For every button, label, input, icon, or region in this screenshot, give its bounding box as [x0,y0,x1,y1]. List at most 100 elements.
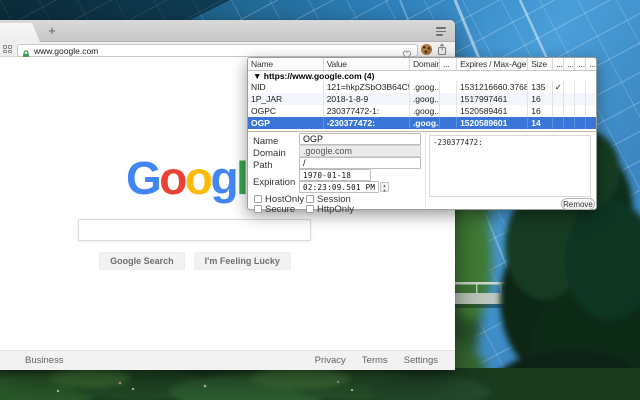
page-footer: Business Privacy Terms Settings [0,350,455,370]
address-bar[interactable]: www.google.com [17,44,418,57]
tab-bar: + [0,20,455,42]
secure-label: Secure [265,204,295,215]
logo-letter: l [236,152,246,204]
column-header[interactable]: Domain [409,58,439,71]
browser-toolbar: www.google.com [0,42,455,57]
cookie-cell[interactable]: 1P_JAR [248,93,323,105]
column-header[interactable]: ... [553,58,564,71]
cookie-cell[interactable]: .goog... [409,105,439,117]
cookie-group-row[interactable]: ▼ https://www.google.com (4) [248,71,596,82]
column-header[interactable]: ... [586,58,596,71]
cookie-cell[interactable]: OGP [248,117,323,129]
cookie-cell[interactable] [575,105,586,117]
path-label: Path [253,160,273,171]
cookie-name-field[interactable] [299,133,421,145]
url-text[interactable]: www.google.com [34,46,98,56]
domain-label: Domain [253,148,286,159]
menu-icon[interactable] [436,27,446,36]
browser-tab[interactable] [0,23,40,42]
footer-links-right: Privacy Terms Settings [315,351,438,370]
column-header[interactable]: Name [248,58,323,71]
feeling-lucky-button[interactable]: I'm Feeling Lucky [194,252,291,270]
cookie-path-field[interactable] [299,157,421,169]
cookie-cell[interactable] [575,81,586,93]
logo-letter: G [126,152,159,204]
logo-letter: g [211,152,237,204]
cookie-cell[interactable]: ✓ [553,81,564,93]
cookie-cell[interactable]: 1517997461 [457,93,528,105]
remove-cookie-button[interactable]: Remove [561,198,595,210]
column-header[interactable]: Size [528,58,553,71]
hostonly-checkbox[interactable] [254,195,262,203]
cookie-row-OGPC[interactable]: OGPC230377472-1:.goog... 152058946116 [248,105,596,117]
cookie-cell[interactable]: .goog... [409,93,439,105]
column-header[interactable]: Value [323,58,409,71]
expiration-date-field[interactable] [299,169,371,181]
tab-overview-icon[interactable] [3,45,12,53]
cookie-cell[interactable]: .goog... [409,81,439,93]
expiration-time-field[interactable] [299,181,379,193]
cookie-cell[interactable] [564,117,575,129]
column-header[interactable]: ... [564,58,575,71]
cookie-cell[interactable] [586,117,596,129]
search-buttons: Google Search I'm Feeling Lucky [60,252,330,270]
session-checkbox[interactable] [306,195,314,203]
cookie-cell[interactable]: 1520589461 [457,105,528,117]
cookie-cell[interactable]: 16 [528,105,553,117]
secure-checkbox[interactable] [254,205,262,213]
cookie-value-textarea[interactable]: -230377472: [429,135,591,197]
cookie-cell[interactable]: OGPC [248,105,323,117]
cookie-cell[interactable] [440,93,457,105]
cookie-cell[interactable]: 14 [528,117,553,129]
desktop: + www.google.com Google Goog [0,0,640,400]
cookie-cell[interactable] [575,117,586,129]
footer-link-privacy[interactable]: Privacy [315,351,346,370]
footer-link-settings[interactable]: Settings [404,351,438,370]
footer-link-terms[interactable]: Terms [362,351,388,370]
cookie-cell[interactable]: 121=hkpZSbO3B64C5... [323,81,409,93]
cookie-cell[interactable]: 230377472-1: [323,105,409,117]
cookie-cell[interactable] [564,81,575,93]
name-label: Name [253,136,278,147]
cookie-editor-panel: NameValueDomain...Expires / Max-AgeSize.… [247,57,597,210]
cookie-cell[interactable]: 1520589601 [457,117,528,129]
logo-letter: o [159,152,185,204]
cookie-cell[interactable] [440,105,457,117]
google-search-button[interactable]: Google Search [99,252,185,270]
cookie-row-1P_JAR[interactable]: 1P_JAR2018-1-8-9.goog... 151799746116 [248,93,596,105]
cookie-cell[interactable] [564,93,575,105]
cookie-row-NID[interactable]: NID121=hkpZSbO3B64C5....goog... 153121666… [248,81,596,93]
new-tab-button[interactable]: + [44,23,60,39]
expiration-label: Expiration [253,177,295,188]
cookie-cell[interactable] [553,93,564,105]
httponly-label: HttpOnly [317,204,354,215]
cookie-cell[interactable] [564,105,575,117]
footer-link-business[interactable]: Business [25,351,64,370]
search-input[interactable] [78,219,311,241]
cookie-cell[interactable]: 1531216660.376892 [457,81,528,93]
column-header[interactable]: Expires / Max-Age [457,58,528,71]
cookie-extension-icon[interactable] [421,44,432,55]
httponly-checkbox[interactable] [306,205,314,213]
cookie-cell[interactable]: .goog... [409,117,439,129]
cookie-cell[interactable]: NID [248,81,323,93]
cookie-row-OGP[interactable]: OGP-230377472:.goog... 152058960114 [248,117,596,129]
cookie-cell[interactable]: 2018-1-8-9 [323,93,409,105]
cookie-cell[interactable] [586,105,596,117]
cookie-cell[interactable]: -230377472: [323,117,409,129]
cookie-cell[interactable] [553,117,564,129]
cookie-cell[interactable]: 16 [528,93,553,105]
cookie-cell[interactable]: 135 [528,81,553,93]
logo-letter: o [185,152,211,204]
cookie-table: NameValueDomain...Expires / Max-AgeSize.… [248,58,596,129]
cookie-table-wrap: NameValueDomain...Expires / Max-AgeSize.… [248,58,596,131]
cookie-cell[interactable] [440,117,457,129]
column-header[interactable]: ... [440,58,457,71]
time-stepper[interactable]: ▲▼ [380,182,389,192]
cookie-cell[interactable] [575,93,586,105]
cookie-cell[interactable] [586,81,596,93]
cookie-cell[interactable] [553,105,564,117]
cookie-cell[interactable] [586,93,596,105]
column-header[interactable]: ... [575,58,586,71]
cookie-cell[interactable] [440,81,457,93]
